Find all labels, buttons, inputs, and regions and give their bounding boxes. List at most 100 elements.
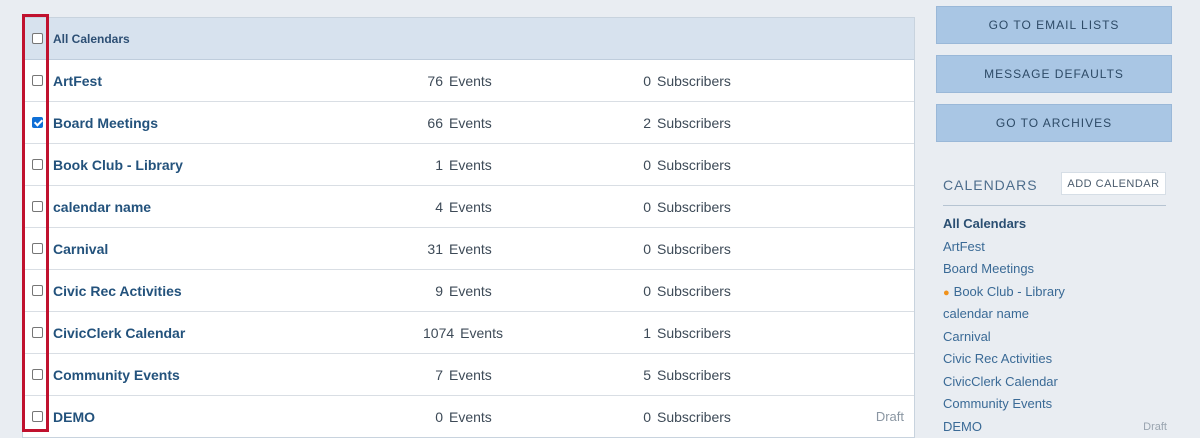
subscribers-number: 0	[631, 241, 651, 257]
calendar-name-link[interactable]: Civic Rec Activities	[53, 283, 182, 299]
subscribers-count: 0 Subscribers	[631, 283, 731, 299]
subscribers-label: Subscribers	[657, 115, 731, 131]
sidebar-calendar-item[interactable]: ArtFest	[943, 236, 1168, 259]
sidebar-calendar-item[interactable]: Community Events	[943, 393, 1168, 416]
table-header: All Calendars	[23, 18, 914, 60]
sidebar-calendar-item[interactable]: CivicClerk Calendar	[943, 371, 1168, 394]
sidebar-divider	[943, 205, 1166, 206]
calendar-name-link[interactable]: Board Meetings	[53, 115, 158, 131]
row-checkbox[interactable]	[32, 369, 43, 380]
message-defaults-button[interactable]: MESSAGE DEFAULTS	[936, 55, 1172, 93]
subscribers-number: 2	[631, 115, 651, 131]
subscribers-label: Subscribers	[657, 325, 731, 341]
sidebar-calendar-item[interactable]: ●Book Club - Library	[943, 281, 1168, 304]
sidebar-item-label: Board Meetings	[943, 261, 1034, 276]
go-to-email-lists-button[interactable]: GO TO EMAIL LISTS	[936, 6, 1172, 44]
subscribers-label: Subscribers	[657, 241, 731, 257]
subscribers-count: 2 Subscribers	[631, 115, 731, 131]
table-row: calendar name 4 Events 0 Subscribers	[23, 186, 914, 228]
select-all-checkbox[interactable]	[32, 33, 43, 44]
subscribers-count: 1 Subscribers	[631, 325, 731, 341]
sidebar-calendar-item[interactable]: All Calendars	[943, 213, 1168, 236]
events-number: 7	[423, 367, 443, 383]
sidebar-calendar-item[interactable]: Civic Rec Activities	[943, 348, 1168, 371]
events-count: 7 Events	[423, 367, 492, 383]
events-number: 0	[423, 409, 443, 425]
events-label: Events	[449, 367, 492, 383]
row-checkbox[interactable]	[32, 75, 43, 86]
calendar-name-link[interactable]: CivicClerk Calendar	[53, 325, 185, 341]
row-checkbox[interactable]	[32, 159, 43, 170]
row-checkbox[interactable]	[32, 411, 43, 422]
subscribers-count: 0 Subscribers	[631, 409, 731, 425]
row-checkbox[interactable]	[32, 285, 43, 296]
events-count: 31Events	[423, 241, 492, 257]
events-number: 66	[423, 115, 443, 131]
events-number: 9	[423, 283, 443, 299]
sidebar-item-label: calendar name	[943, 306, 1029, 321]
subscribers-number: 1	[631, 325, 651, 341]
subscribers-number: 0	[631, 199, 651, 215]
events-label: Events	[449, 73, 492, 89]
events-count: 9 Events	[423, 283, 492, 299]
all-calendars-header-label: All Calendars	[53, 32, 130, 46]
sidebar-calendar-item[interactable]: Board Meetings	[943, 258, 1168, 281]
calendar-name-link[interactable]: DEMO	[53, 409, 95, 425]
subscribers-label: Subscribers	[657, 283, 731, 299]
subscribers-count: 0 Subscribers	[631, 199, 731, 215]
table-row: DEMO 0Events 0 Subscribers Draft	[23, 396, 914, 437]
status-badge: Draft	[876, 409, 904, 424]
calendar-name-link[interactable]: calendar name	[53, 199, 151, 215]
subscribers-label: Subscribers	[657, 157, 731, 173]
events-number: 76	[423, 73, 443, 89]
subscribers-number: 0	[631, 157, 651, 173]
events-count: 0Events	[423, 409, 492, 425]
sidebar-calendar-list: All Calendars ArtFest Board Meetings ●Book …	[943, 213, 1168, 438]
table-row: Carnival 31Events 0 Subscribers	[23, 228, 914, 270]
table-row: Community Events 7 Events 5 Subscribers	[23, 354, 914, 396]
events-label: Events	[449, 241, 492, 257]
calendar-name-link[interactable]: Book Club - Library	[53, 157, 183, 173]
subscribers-number: 0	[631, 409, 651, 425]
events-count: 76 Events	[423, 73, 492, 89]
add-calendar-button[interactable]: ADD CALENDAR	[1061, 172, 1166, 195]
table-row: Board Meetings 66 Events 2 Subscribers	[23, 102, 914, 144]
table-row: Book Club - Library 1Events 0 Subscribers	[23, 144, 914, 186]
events-number: 4	[423, 199, 443, 215]
row-checkbox[interactable]	[32, 117, 43, 128]
subscribers-label: Subscribers	[657, 199, 731, 215]
events-label: Events	[449, 115, 492, 131]
row-checkbox[interactable]	[32, 243, 43, 254]
events-label: Events	[449, 283, 492, 299]
subscribers-number: 0	[631, 283, 651, 299]
sidebar-item-label: Book Club - Library	[954, 284, 1065, 299]
sidebar-item-label: ArtFest	[943, 239, 985, 254]
subscribers-number: 5	[631, 367, 651, 383]
calendar-name-link[interactable]: Carnival	[53, 241, 108, 257]
table-row: ArtFest 76 Events 0 Subscribers	[23, 60, 914, 102]
subscribers-label: Subscribers	[657, 409, 731, 425]
sidebar-calendar-item[interactable]: Carnival	[943, 326, 1168, 349]
sidebar-item-label: All Calendars	[943, 216, 1026, 231]
events-count: 4 Events	[423, 199, 492, 215]
sidebar-item-label: Civic Rec Activities	[943, 351, 1052, 366]
sidebar-calendar-item[interactable]: DEMODraft	[943, 416, 1168, 438]
sidebar-calendar-item[interactable]: calendar name	[943, 303, 1168, 326]
subscribers-label: Subscribers	[657, 73, 731, 89]
subscribers-number: 0	[631, 73, 651, 89]
calendars-sidebar-title: CALENDARS	[943, 177, 1038, 193]
calendar-name-link[interactable]: Community Events	[53, 367, 180, 383]
events-number: 1	[423, 157, 443, 173]
events-label: Events	[449, 199, 492, 215]
calendar-name-link[interactable]: ArtFest	[53, 73, 102, 89]
sidebar-item-label: CivicClerk Calendar	[943, 374, 1058, 389]
go-to-archives-button[interactable]: GO TO ARCHIVES	[936, 104, 1172, 142]
table-row: CivicClerk Calendar 1074Events 1Subscrib…	[23, 312, 914, 354]
row-checkbox[interactable]	[32, 201, 43, 212]
events-count: 1Events	[423, 157, 492, 173]
calendars-table: All Calendars ArtFest 76 Events 0 Subscrib…	[22, 17, 915, 438]
subscribers-count: 0 Subscribers	[631, 241, 731, 257]
row-checkbox[interactable]	[32, 327, 43, 338]
sidebar-item-label: Community Events	[943, 396, 1052, 411]
subscribers-label: Subscribers	[657, 367, 731, 383]
